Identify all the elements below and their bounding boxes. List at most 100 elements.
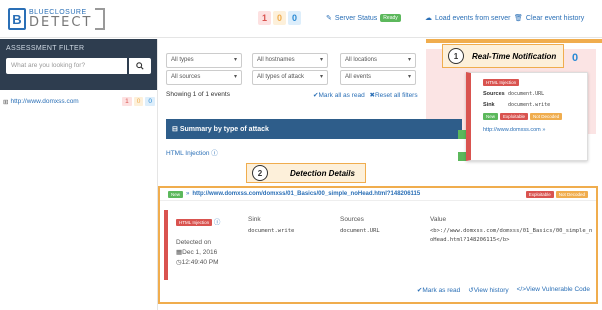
notification-tags: New Exploitable Not Decoded [483, 113, 579, 120]
load-events-label: Load events from server [435, 14, 511, 22]
server-status-link[interactable]: ✎ Server Status Ready [326, 14, 401, 22]
notification-card[interactable]: HTML Injection Sources document.URL Sink d… [466, 72, 588, 161]
detail-sink-value: document.write [248, 228, 295, 234]
cloud-icon: ☁ [425, 15, 432, 22]
callout-number-2: 2 [252, 165, 268, 181]
wrench-icon: ✎ [326, 15, 332, 22]
count-red[interactable]: 1 [258, 11, 272, 25]
notification-url: http://www.domxss.com [483, 127, 541, 133]
callout-title-2: Detection Details [290, 168, 355, 178]
detail-type-tag: HTML Injection [176, 219, 213, 226]
clear-history-label: Clear event history [525, 14, 585, 22]
filter-events[interactable]: All events [340, 70, 416, 85]
detail-value-line1: <b>://www.domxss.com/domxss/01_Basics/00… [430, 228, 593, 234]
summary-header[interactable]: ⊟ Summary by type of attack [166, 119, 462, 139]
sidebar-count-blue: 0 [145, 97, 155, 106]
view-code-link[interactable]: </>View Vulnerable Code [517, 286, 590, 294]
view-history-label: View history [473, 287, 509, 294]
tag-exploitable: Exploitable [500, 113, 529, 120]
callout-detection-details: 2 Detection Details [246, 163, 366, 183]
detected-date: Dec 1, 2016 [182, 248, 218, 256]
sidebar-item-label: http://www.domxss.com [10, 98, 79, 105]
reset-filters-link[interactable]: Reset all filters [375, 92, 418, 99]
summary-item-label: HTML Injection [166, 150, 210, 157]
count-orange[interactable]: 0 [273, 11, 287, 25]
view-history-link[interactable]: ↺View history [468, 286, 508, 294]
callout-number-1: 1 [448, 48, 464, 64]
server-status-badge: Ready [380, 14, 401, 22]
view-code-label: View Vulnerable Code [526, 286, 590, 293]
notification-url-link[interactable]: http://www.domxss.com » [483, 127, 579, 133]
detected-on-label: Detected on [176, 239, 212, 246]
trash-icon: 🗑 [514, 15, 523, 22]
logo: B BLUECLOSURE DETECT [8, 6, 106, 32]
notification-sink-label: Sink [483, 102, 495, 108]
code-icon: </> [516, 286, 527, 293]
detail-sources-label: Sources [340, 216, 364, 223]
events-count-text: Showing 1 of 1 events [166, 91, 230, 98]
mark-all-read-link[interactable]: Mark all as read [318, 92, 364, 99]
help-icon[interactable]: ⓘ [214, 219, 221, 226]
notification-accent-bar [426, 39, 602, 43]
detail-header[interactable]: New » http://www.domxss.com/domxss/01_Ba… [160, 188, 596, 201]
notification-sources-label: Sources [483, 91, 505, 97]
logo-line2: DETECT [29, 15, 93, 30]
notification-count: 0 [572, 52, 579, 64]
summary-title: Summary by type of attack [179, 126, 269, 133]
summary-item[interactable]: HTML Injection ⓘ [166, 147, 218, 157]
filter-hostnames[interactable]: All hostnames [252, 53, 328, 68]
sidebar-title: ASSESSMENT FILTER [6, 45, 85, 52]
filter-types[interactable]: All types [166, 53, 242, 68]
callout-realtime-notification: 1 Real-Time Notification [442, 44, 564, 68]
expand-icon[interactable]: ⊞ [3, 98, 8, 106]
detail-tag-exploitable: Exploitable [525, 190, 554, 198]
mark-as-read-link[interactable]: ✔Mark as read [417, 286, 460, 294]
collapse-icon: ⊟ [172, 126, 178, 133]
clear-history-link[interactable]: 🗑 Clear event history [514, 14, 585, 23]
load-events-link[interactable]: ☁ Load events from server [425, 14, 511, 23]
detail-new-badge: New [168, 190, 184, 198]
chevron-right-icon: » [542, 127, 546, 133]
detail-value-label: Value [430, 216, 447, 223]
top-bar: B BLUECLOSURE DETECT 1 0 0 ✎ Server Stat… [0, 0, 602, 38]
filter-sources[interactable]: All sources [166, 70, 242, 85]
tag-new: New [483, 113, 499, 120]
detail-actions: ✔Mark as read ↺View history </>View Vuln… [417, 286, 590, 294]
detail-value-line2: oHead.html?148206115</b> [430, 237, 510, 244]
summary-item-chip [458, 152, 466, 161]
notification-sources-value: document.URL [508, 91, 545, 97]
callout-title-1: Real-Time Notification [472, 51, 557, 61]
notification-sink-value: document.write [508, 102, 551, 108]
detail-sources-value: document.URL [340, 228, 380, 234]
help-icon[interactable]: ⓘ [211, 150, 218, 157]
detail-tag-not-decoded: Not Decoded [555, 190, 588, 198]
sidebar: ASSESSMENT FILTER What are you looking f… [0, 39, 158, 310]
server-status-label: Server Status [334, 14, 378, 22]
detail-card: HTML Injection ⓘ Detected on ▦Dec 1, 201… [164, 210, 594, 280]
chevron-right-icon: » [186, 191, 190, 197]
filter-attack-types[interactable]: All types of attack [252, 70, 328, 85]
notification-type-tag: HTML Injection [483, 79, 520, 86]
sidebar-item-domxss[interactable]: ⊞ http://www.domxss.com 1 0 0 [3, 97, 155, 106]
search-bar: What are you looking for? [6, 58, 151, 74]
detail-sink-label: Sink [248, 216, 261, 223]
search-button[interactable] [129, 58, 151, 74]
sidebar-count-orange: 0 [133, 97, 144, 106]
detail-url[interactable]: http://www.domxss.com/domxss/01_Basics/0… [192, 191, 420, 197]
logo-bracket [95, 8, 106, 30]
sidebar-count-red: 1 [122, 97, 132, 106]
search-icon [136, 62, 144, 70]
search-input[interactable]: What are you looking for? [6, 58, 127, 74]
summary-header-chip [458, 130, 466, 139]
count-blue[interactable]: 0 [288, 11, 302, 25]
detection-detail-panel: New » http://www.domxss.com/domxss/01_Ba… [158, 186, 598, 304]
assessment-filter-header: ASSESSMENT FILTER What are you looking f… [0, 39, 157, 90]
detail-tags: Exploitable Not Decoded [525, 190, 588, 198]
tag-not-decoded: Not Decoded [530, 113, 563, 120]
filter-locations[interactable]: All locations [340, 53, 416, 68]
logo-mark: B [8, 8, 26, 30]
list-actions: ✔Mark all as read ✖Reset all filters [313, 91, 418, 99]
detected-time: 12:49:40 PM [181, 258, 219, 266]
event-counters: 1 0 0 [258, 11, 302, 25]
mark-as-read-label: Mark as read [422, 287, 461, 294]
